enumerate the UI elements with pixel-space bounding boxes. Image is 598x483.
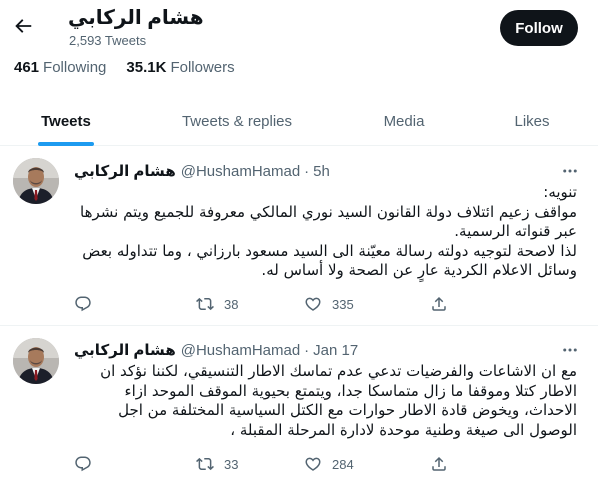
like-icon [305, 457, 321, 471]
follow-stats: 461 Following 35.1K Followers [14, 59, 255, 76]
following-link[interactable]: 461 Following [14, 59, 106, 76]
author-name[interactable]: هشام الركابي [74, 162, 176, 180]
followers-link[interactable]: 35.1K Followers [126, 59, 234, 76]
tab-media-label: Media [383, 112, 425, 130]
profile-tabs: Tweets Tweets & replies Media Likes [0, 96, 598, 146]
author-handle[interactable]: @HushamHamad [181, 342, 300, 359]
tweet-count: 2,593 Tweets [69, 33, 147, 48]
profile-header: هشام الركابي 2,593 Tweets Follow [0, 0, 598, 50]
profile-name: هشام الركابي [68, 7, 204, 29]
tweet-text: تنويه: مواقف زعيم ائتلاف دولة القانون ال… [74, 183, 577, 281]
retweet-button[interactable]: 33 [196, 455, 304, 473]
avatar[interactable] [13, 338, 59, 384]
more-button[interactable] [560, 340, 580, 360]
tab-tweets-replies[interactable]: Tweets & replies [132, 96, 342, 146]
more-icon [563, 169, 577, 173]
reply-icon [75, 296, 91, 312]
follow-button[interactable]: Follow [500, 10, 578, 46]
back-button[interactable] [10, 13, 36, 39]
separator-dot: · [304, 162, 310, 180]
tab-media[interactable]: Media [342, 96, 466, 146]
following-count: 461 [14, 59, 40, 76]
tab-tweets[interactable]: Tweets [0, 96, 132, 146]
retweet-count: 33 [224, 456, 239, 472]
followers-count: 35.1K [126, 59, 167, 76]
reply-button[interactable] [74, 295, 196, 313]
tab-likes[interactable]: Likes [466, 96, 598, 146]
author-name[interactable]: هشام الركابي [74, 341, 176, 359]
tab-likes-label: Likes [514, 112, 550, 130]
tweet-timestamp[interactable]: Jan 17 [313, 342, 358, 359]
tweet-paragraph: تنويه: [543, 183, 577, 201]
share-icon [432, 296, 446, 311]
tweet-text: مع ان الاشاعات والفرضيات تدعي عدم تماسك … [74, 362, 577, 440]
tweet[interactable]: هشام الركابي @HushamHamad · 5h تنويه: مو… [0, 146, 598, 326]
avatar-photo [13, 338, 59, 384]
retweet-button[interactable]: 38 [196, 295, 304, 313]
following-label: Following [43, 59, 107, 76]
reply-button[interactable] [74, 455, 196, 473]
like-icon [305, 297, 321, 311]
tweet-paragraph: لذا لاصحة لتوجيه دولته رسالة معيّنة الى … [82, 241, 577, 280]
tweet-timestamp[interactable]: 5h [313, 163, 330, 180]
tweet-header: هشام الركابي @HushamHamad · Jan 17 [74, 340, 358, 360]
back-arrow-icon [15, 19, 32, 33]
tweet-paragraph: مواقف زعيم ائتلاف دولة القانون السيد نور… [80, 202, 577, 241]
author-handle[interactable]: @HushamHamad [181, 163, 300, 180]
like-count: 335 [332, 296, 354, 312]
tweet-paragraph: مع ان الاشاعات والفرضيات تدعي عدم تماسك … [100, 362, 577, 439]
reply-icon [75, 456, 91, 472]
retweet-icon [196, 297, 214, 311]
tweet-actions: 33 284 [74, 454, 514, 474]
more-icon [563, 348, 577, 352]
tweet-header: هشام الركابي @HushamHamad · 5h [74, 161, 330, 181]
avatar-photo [13, 158, 59, 204]
like-button[interactable]: 284 [304, 455, 430, 473]
share-button[interactable] [430, 455, 448, 473]
separator-dot: · [304, 341, 310, 359]
retweet-count: 38 [224, 296, 239, 312]
like-button[interactable]: 335 [304, 295, 430, 313]
share-button[interactable] [430, 295, 448, 313]
retweet-icon [196, 457, 214, 471]
more-button[interactable] [560, 161, 580, 181]
share-icon [432, 456, 446, 471]
avatar[interactable] [13, 158, 59, 204]
tab-tweets-label: Tweets [41, 112, 91, 130]
tweet[interactable]: هشام الركابي @HushamHamad · Jan 17 مع ان… [0, 326, 598, 483]
tab-tweets-replies-label: Tweets & replies [181, 112, 293, 130]
like-count: 284 [332, 456, 354, 472]
tweet-actions: 38 335 [74, 294, 514, 314]
followers-label: Followers [170, 59, 235, 76]
